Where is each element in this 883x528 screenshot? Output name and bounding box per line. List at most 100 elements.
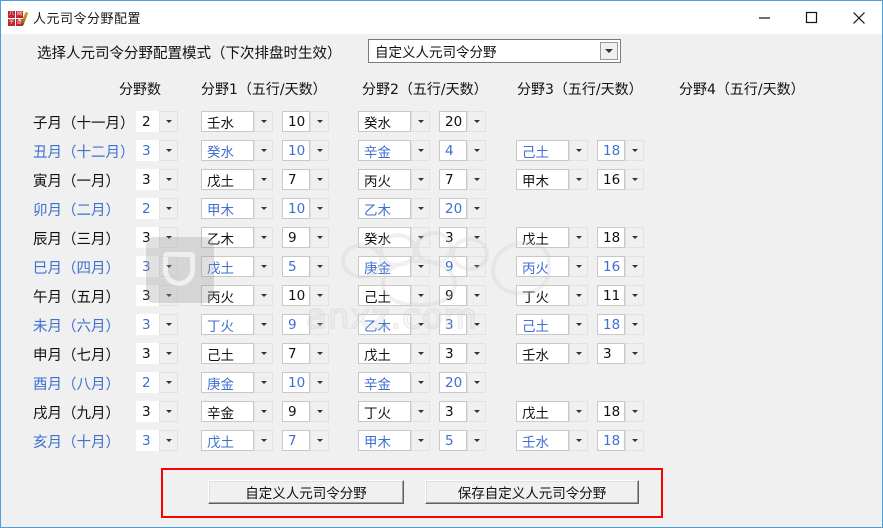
part1-days-spinner[interactable]: 7 (282, 343, 329, 364)
chevron-down-icon[interactable] (159, 111, 178, 132)
count-spinner[interactable]: 2 (136, 198, 178, 219)
part2-name-select[interactable]: 乙木 (358, 314, 430, 335)
part1-days-spinner[interactable]: 5 (282, 256, 329, 277)
part3-days-spinner[interactable]: 18 (597, 314, 644, 335)
chevron-down-icon[interactable] (600, 42, 618, 60)
part3-days-spinner[interactable]: 18 (597, 227, 644, 248)
part2-days-spinner[interactable]: 7 (439, 169, 486, 190)
chevron-down-icon[interactable] (254, 111, 273, 132)
part2-days-spinner[interactable]: 3 (439, 401, 486, 422)
chevron-down-icon[interactable] (310, 227, 329, 248)
chevron-down-icon[interactable] (625, 140, 644, 161)
chevron-down-icon[interactable] (411, 140, 430, 161)
chevron-down-icon[interactable] (254, 401, 273, 422)
count-spinner[interactable]: 2 (136, 111, 178, 132)
chevron-down-icon[interactable] (159, 314, 178, 335)
chevron-down-icon[interactable] (411, 227, 430, 248)
chevron-down-icon[interactable] (159, 430, 178, 451)
chevron-down-icon[interactable] (467, 285, 486, 306)
chevron-down-icon[interactable] (159, 256, 178, 277)
part3-name-select[interactable]: 壬水 (516, 430, 588, 451)
count-spinner[interactable]: 3 (136, 430, 178, 451)
chevron-down-icon[interactable] (411, 343, 430, 364)
chevron-down-icon[interactable] (467, 430, 486, 451)
part1-name-select[interactable]: 癸水 (201, 140, 273, 161)
count-spinner[interactable]: 3 (136, 140, 178, 161)
chevron-down-icon[interactable] (569, 430, 588, 451)
count-spinner[interactable]: 3 (136, 401, 178, 422)
chevron-down-icon[interactable] (411, 111, 430, 132)
chevron-down-icon[interactable] (411, 169, 430, 190)
chevron-down-icon[interactable] (467, 372, 486, 393)
part2-days-spinner[interactable]: 3 (439, 343, 486, 364)
part1-days-spinner[interactable]: 10 (282, 285, 329, 306)
part3-name-select[interactable]: 戊土 (516, 401, 588, 422)
chevron-down-icon[interactable] (310, 401, 329, 422)
part2-name-select[interactable]: 丙火 (358, 169, 430, 190)
chevron-down-icon[interactable] (625, 256, 644, 277)
chevron-down-icon[interactable] (254, 227, 273, 248)
close-button[interactable] (835, 1, 882, 34)
chevron-down-icon[interactable] (625, 314, 644, 335)
part1-name-select[interactable]: 戊土 (201, 256, 273, 277)
minimize-button[interactable] (741, 1, 788, 34)
part3-days-spinner[interactable]: 11 (597, 285, 644, 306)
chevron-down-icon[interactable] (254, 372, 273, 393)
part1-days-spinner[interactable]: 7 (282, 169, 329, 190)
part3-name-select[interactable]: 丙火 (516, 256, 588, 277)
chevron-down-icon[interactable] (467, 140, 486, 161)
chevron-down-icon[interactable] (310, 169, 329, 190)
part2-days-spinner[interactable]: 3 (439, 227, 486, 248)
part2-name-select[interactable]: 己土 (358, 285, 430, 306)
part2-name-select[interactable]: 戊土 (358, 343, 430, 364)
chevron-down-icon[interactable] (159, 169, 178, 190)
part2-days-spinner[interactable]: 20 (439, 198, 486, 219)
part3-name-select[interactable]: 丁火 (516, 285, 588, 306)
chevron-down-icon[interactable] (467, 314, 486, 335)
part3-days-spinner[interactable]: 18 (597, 430, 644, 451)
part2-name-select[interactable]: 庚金 (358, 256, 430, 277)
part3-name-select[interactable]: 戊土 (516, 227, 588, 248)
chevron-down-icon[interactable] (467, 256, 486, 277)
part1-days-spinner[interactable]: 9 (282, 401, 329, 422)
part1-name-select[interactable]: 丙火 (201, 285, 273, 306)
chevron-down-icon[interactable] (411, 401, 430, 422)
part1-days-spinner[interactable]: 10 (282, 111, 329, 132)
part1-name-select[interactable]: 辛金 (201, 401, 273, 422)
count-spinner[interactable]: 3 (136, 256, 178, 277)
chevron-down-icon[interactable] (159, 285, 178, 306)
count-spinner[interactable]: 3 (136, 343, 178, 364)
chevron-down-icon[interactable] (569, 343, 588, 364)
chevron-down-icon[interactable] (625, 227, 644, 248)
part2-days-spinner[interactable]: 4 (439, 140, 486, 161)
part3-days-spinner[interactable]: 18 (597, 401, 644, 422)
chevron-down-icon[interactable] (467, 111, 486, 132)
chevron-down-icon[interactable] (310, 140, 329, 161)
part2-name-select[interactable]: 甲木 (358, 430, 430, 451)
part1-days-spinner[interactable]: 9 (282, 314, 329, 335)
part2-days-spinner[interactable]: 9 (439, 285, 486, 306)
chevron-down-icon[interactable] (569, 401, 588, 422)
chevron-down-icon[interactable] (569, 314, 588, 335)
chevron-down-icon[interactable] (159, 401, 178, 422)
part1-name-select[interactable]: 戊土 (201, 169, 273, 190)
chevron-down-icon[interactable] (310, 372, 329, 393)
chevron-down-icon[interactable] (467, 343, 486, 364)
chevron-down-icon[interactable] (310, 430, 329, 451)
part1-name-select[interactable]: 壬水 (201, 111, 273, 132)
chevron-down-icon[interactable] (159, 372, 178, 393)
part1-days-spinner[interactable]: 9 (282, 227, 329, 248)
custom-fenye-button[interactable]: 自定义人元司令分野 (208, 480, 404, 504)
chevron-down-icon[interactable] (569, 227, 588, 248)
part3-days-spinner[interactable]: 18 (597, 140, 644, 161)
chevron-down-icon[interactable] (159, 343, 178, 364)
count-spinner[interactable]: 3 (136, 169, 178, 190)
part1-name-select[interactable]: 庚金 (201, 372, 273, 393)
part2-name-select[interactable]: 癸水 (358, 111, 430, 132)
count-spinner[interactable]: 3 (136, 227, 178, 248)
part1-name-select[interactable]: 丁火 (201, 314, 273, 335)
maximize-button[interactable] (788, 1, 835, 34)
chevron-down-icon[interactable] (625, 430, 644, 451)
chevron-down-icon[interactable] (625, 169, 644, 190)
chevron-down-icon[interactable] (569, 169, 588, 190)
